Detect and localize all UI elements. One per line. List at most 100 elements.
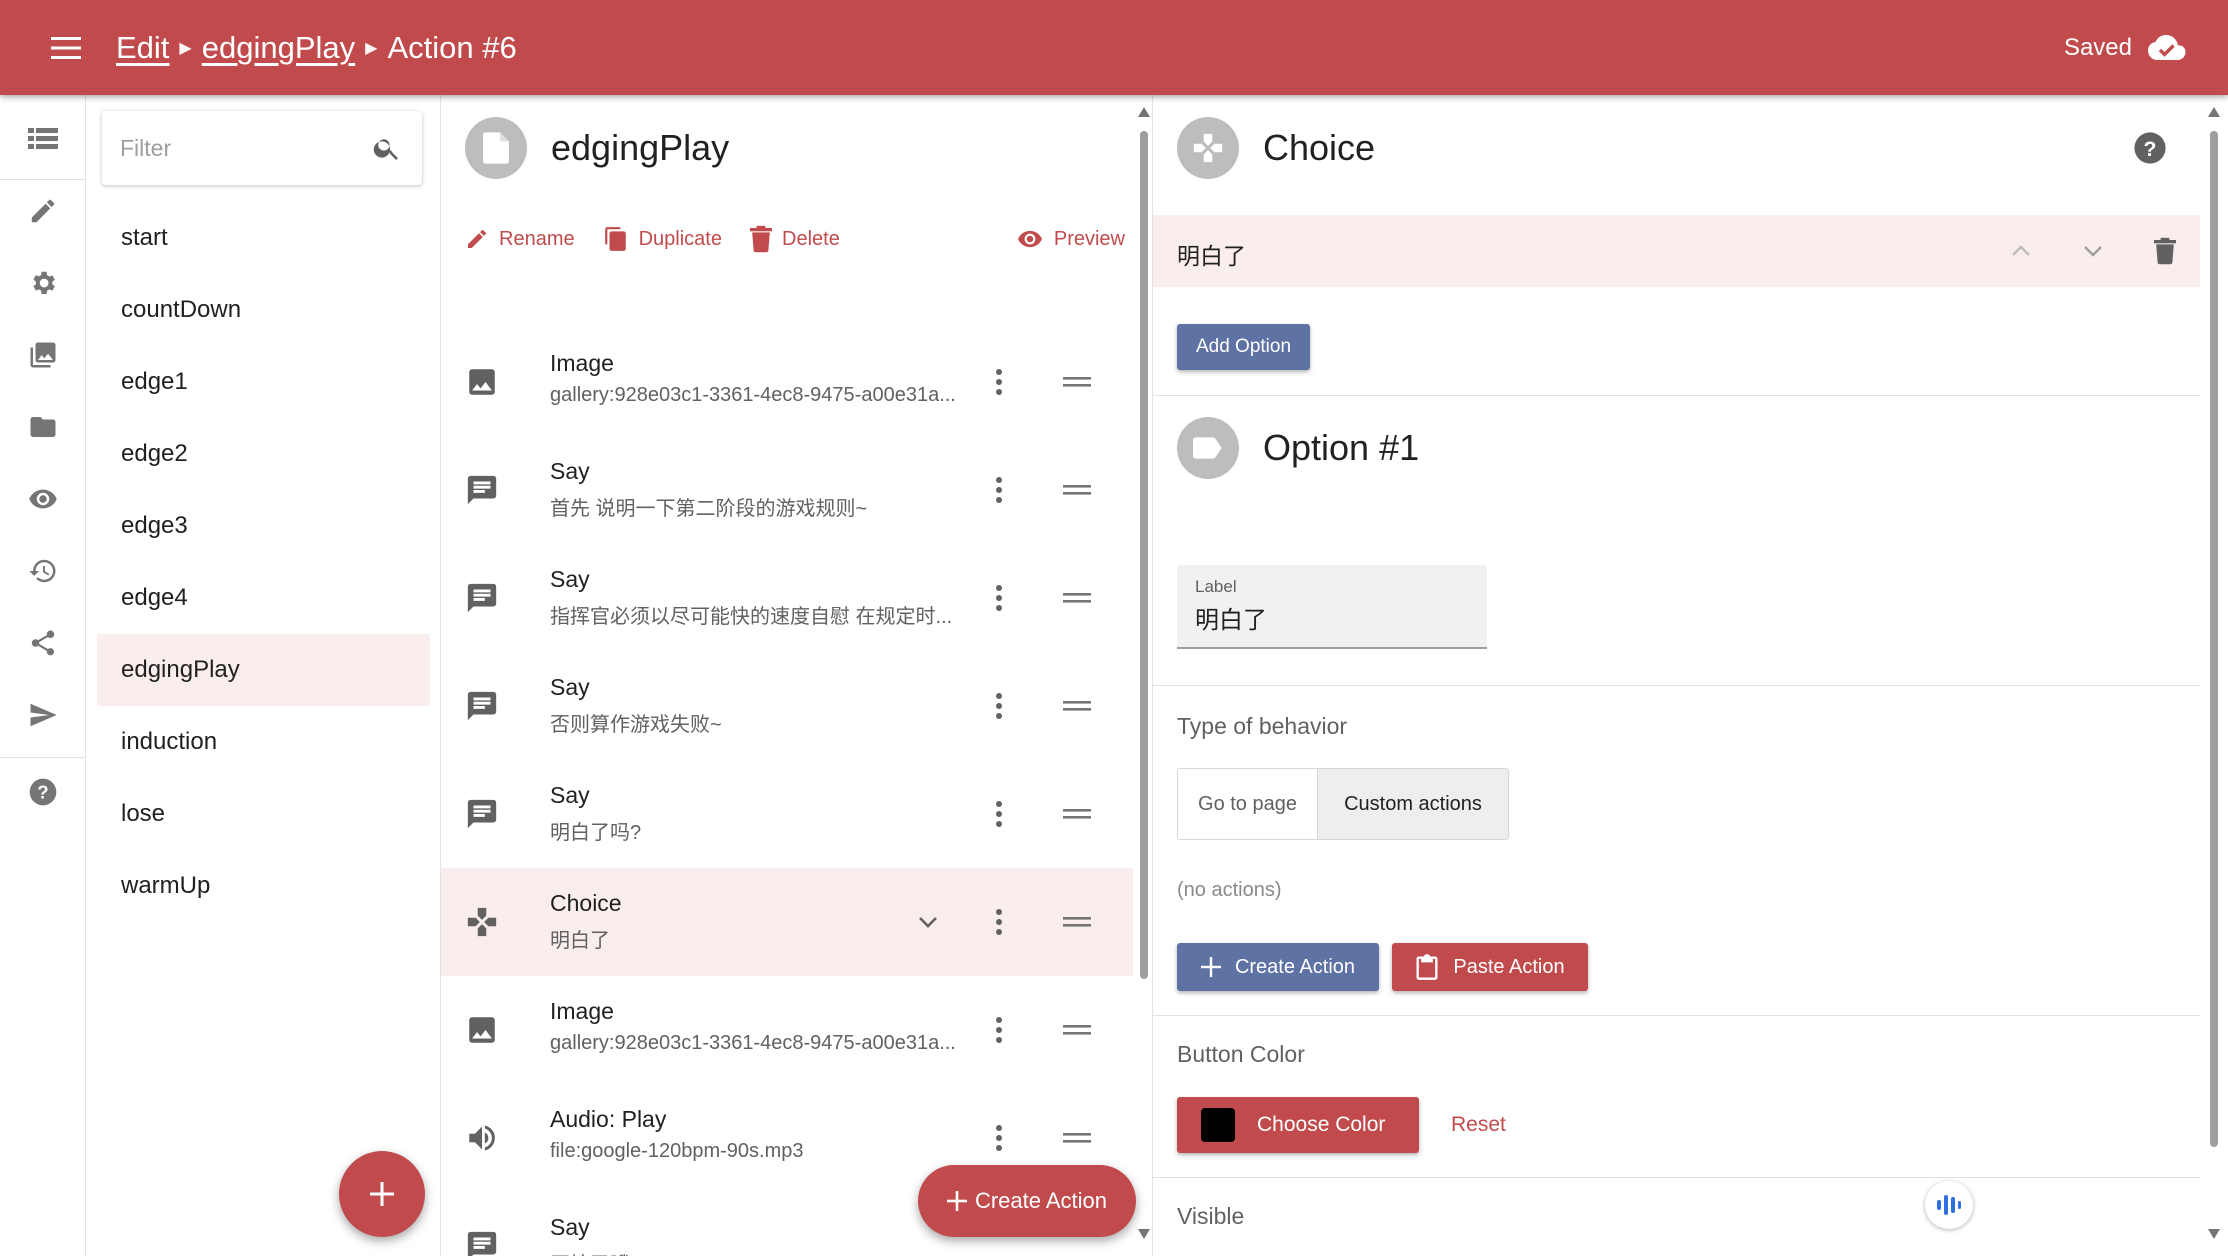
- search-icon[interactable]: [372, 133, 402, 163]
- more-menu-button[interactable]: [979, 686, 1019, 726]
- scroll-down-icon[interactable]: [2208, 1229, 2220, 1239]
- scroll-down-icon[interactable]: [1138, 1229, 1150, 1239]
- action-row-selected[interactable]: Choice 明白了: [441, 868, 1133, 976]
- action-row[interactable]: Say 首先 说明一下第二阶段的游戏规则~: [441, 436, 1133, 544]
- rail-pages[interactable]: [0, 109, 86, 169]
- breadcrumb-edit[interactable]: Edit: [116, 30, 169, 66]
- label-field-input[interactable]: [1195, 603, 1475, 631]
- drag-handle[interactable]: [1055, 578, 1099, 618]
- help-icon[interactable]: ?: [2133, 131, 2167, 165]
- action-row[interactable]: Say 明白了吗?: [441, 760, 1133, 868]
- save-status: Saved: [2064, 26, 2186, 70]
- drag-handle[interactable]: [1055, 794, 1099, 834]
- scroll-thumb[interactable]: [1140, 131, 1148, 979]
- breadcrumb-page[interactable]: edgingPlay: [202, 30, 355, 66]
- add-page-button[interactable]: [339, 1151, 425, 1237]
- color-swatch: [1201, 1108, 1235, 1142]
- paste-action-button[interactable]: Paste Action: [1392, 943, 1588, 991]
- drag-handle[interactable]: [1055, 470, 1099, 510]
- drag-handle[interactable]: [1055, 902, 1099, 942]
- delete-button[interactable]: Delete: [750, 225, 840, 253]
- drag-handle[interactable]: [1055, 1010, 1099, 1050]
- reset-color-button[interactable]: Reset: [1451, 1113, 1506, 1137]
- actions-scrollbar[interactable]: [1134, 95, 1152, 1256]
- rail-files[interactable]: [0, 397, 86, 457]
- pencil-icon: [31, 199, 55, 223]
- more-menu-button[interactable]: [979, 578, 1019, 618]
- choose-color-button[interactable]: Choose Color: [1177, 1097, 1419, 1153]
- action-subtitle: file:google-120bpm-90s.mp3: [550, 1140, 804, 1162]
- rail-preview[interactable]: [0, 469, 86, 529]
- add-option-button[interactable]: Add Option: [1177, 324, 1310, 370]
- save-status-label: Saved: [2063, 34, 2132, 61]
- page-item-edge3[interactable]: edge3: [97, 490, 430, 562]
- option-row-label: 明白了: [1177, 243, 1246, 269]
- scroll-thumb[interactable]: [2210, 131, 2218, 1147]
- action-row[interactable]: Image gallery:928e03c1-3361-4ec8-9475-a0…: [441, 328, 1133, 436]
- behavior-custom-actions[interactable]: Custom actions: [1318, 769, 1508, 839]
- more-menu-button[interactable]: [979, 362, 1019, 402]
- more-menu-button[interactable]: [979, 902, 1019, 942]
- page-item-edgingplay[interactable]: edgingPlay: [97, 634, 430, 706]
- action-title: Say: [550, 782, 590, 808]
- voice-assistant-button[interactable]: [1925, 1181, 1973, 1229]
- expand-button[interactable]: [908, 902, 948, 942]
- rail-help[interactable]: ?: [0, 762, 86, 822]
- detail-title: Choice: [1263, 127, 1376, 168]
- rail-publish[interactable]: [0, 685, 86, 745]
- image-icon: [469, 369, 495, 395]
- delete-option-button[interactable]: [2145, 231, 2185, 271]
- help-icon: ?: [29, 778, 57, 806]
- behavior-go-to-page[interactable]: Go to page: [1178, 769, 1318, 839]
- message-icon: [467, 1231, 497, 1256]
- move-up-button[interactable]: [2001, 231, 2041, 271]
- action-subtitle: 开始了哦~: [550, 1248, 970, 1256]
- message-icon: [467, 691, 497, 721]
- option-avatar: [1177, 417, 1239, 479]
- rename-button[interactable]: Rename: [465, 227, 575, 251]
- action-title: Say: [550, 458, 590, 484]
- action-row[interactable]: Say 否则算作游戏失败~: [441, 652, 1133, 760]
- rail-share[interactable]: [0, 613, 86, 673]
- scroll-up-icon[interactable]: [1138, 107, 1150, 117]
- page-toolbar: Rename Duplicate Delete Preview: [465, 219, 1125, 259]
- rail-gallery[interactable]: [0, 325, 86, 385]
- page-item-start[interactable]: start: [97, 202, 430, 274]
- filter-input[interactable]: [102, 111, 362, 185]
- page-item-countdown[interactable]: countDown: [97, 274, 430, 346]
- rail-edit[interactable]: [0, 181, 86, 241]
- gamepad-icon: [467, 907, 497, 937]
- action-row[interactable]: Say 指挥官必须以尽可能快的速度自慰 在规定时...: [441, 544, 1133, 652]
- page-item-edge4[interactable]: edge4: [97, 562, 430, 634]
- preview-button[interactable]: Preview: [1016, 226, 1125, 252]
- page-item-induction[interactable]: induction: [97, 706, 430, 778]
- more-menu-button[interactable]: [979, 470, 1019, 510]
- create-action-button[interactable]: Create Action: [1177, 943, 1379, 991]
- menu-button[interactable]: [44, 26, 88, 70]
- scroll-up-icon[interactable]: [2208, 107, 2220, 117]
- rail-settings[interactable]: [0, 253, 86, 313]
- page-item-warmup[interactable]: warmUp: [97, 850, 430, 922]
- drag-handle[interactable]: [1055, 686, 1099, 726]
- menu-icon: [51, 37, 81, 59]
- document-icon: [483, 132, 509, 164]
- more-menu-button[interactable]: [979, 1118, 1019, 1158]
- page-header: edgingPlay: [465, 117, 729, 179]
- duplicate-button[interactable]: Duplicate: [603, 225, 722, 253]
- list-icon: [28, 128, 58, 149]
- drag-handle[interactable]: [1055, 1118, 1099, 1158]
- action-row[interactable]: Image gallery:928e03c1-3361-4ec8-9475-a0…: [441, 976, 1133, 1084]
- option-row[interactable]: 明白了: [1153, 215, 2200, 287]
- more-menu-button[interactable]: [979, 794, 1019, 834]
- label-field[interactable]: Label: [1177, 565, 1487, 649]
- move-down-button[interactable]: [2073, 231, 2113, 271]
- page-item-edge1[interactable]: edge1: [97, 346, 430, 418]
- more-menu-button[interactable]: [979, 1010, 1019, 1050]
- page-item-lose[interactable]: lose: [97, 778, 430, 850]
- rail-history[interactable]: [0, 541, 86, 601]
- create-action-fab[interactable]: Create Action: [918, 1165, 1136, 1237]
- drag-handle[interactable]: [1055, 362, 1099, 402]
- page-item-edge2[interactable]: edge2: [97, 418, 430, 490]
- detail-scrollbar[interactable]: [2200, 95, 2228, 1256]
- action-title: Audio: Play: [550, 1106, 667, 1132]
